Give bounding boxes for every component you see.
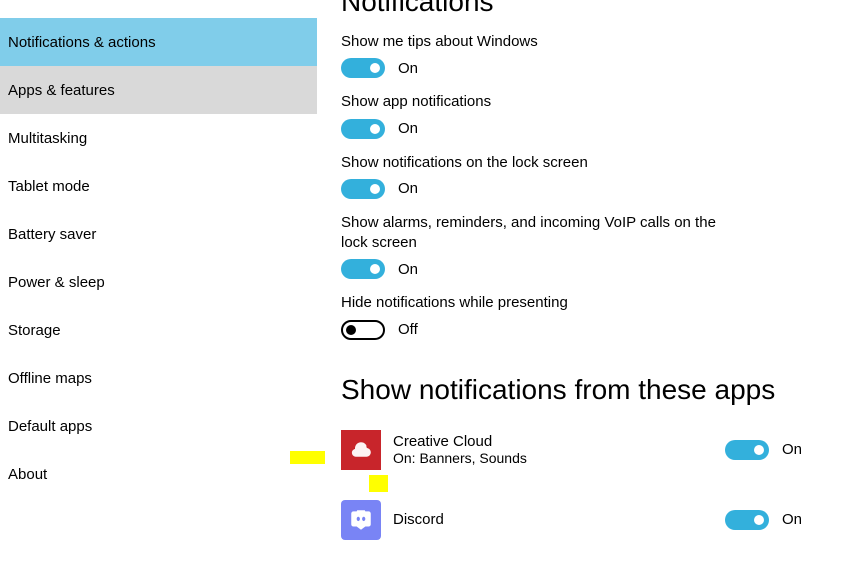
- sidebar-item-offline-maps[interactable]: Offline maps: [0, 354, 317, 402]
- app-name: Creative Cloud: [393, 433, 713, 450]
- sidebar-item-tablet-mode[interactable]: Tablet mode: [0, 162, 317, 210]
- toggle-knob: [754, 515, 764, 525]
- toggle-state-label: On: [782, 441, 802, 458]
- toggle-knob: [370, 184, 380, 194]
- toggle-state-label: On: [398, 60, 418, 77]
- toggle-knob: [370, 63, 380, 73]
- toggle-show-tips[interactable]: [341, 58, 385, 78]
- sidebar-item-label: Power & sleep: [8, 274, 105, 291]
- sidebar-item-label: Tablet mode: [8, 178, 90, 195]
- setting-lock-screen-notifications: Show notifications on the lock screen On: [341, 153, 822, 199]
- sidebar-item-label: Offline maps: [8, 370, 92, 387]
- toggle-app-creative-cloud[interactable]: [725, 440, 769, 460]
- highlight-artifact: [369, 475, 388, 492]
- setting-alarms-lock-screen: Show alarms, reminders, and incoming VoI…: [341, 213, 822, 280]
- toggle-knob: [754, 445, 764, 455]
- toggle-state-label: Off: [398, 321, 418, 338]
- setting-hide-while-presenting: Hide notifications while presenting Off: [341, 293, 822, 339]
- setting-label: Show app notifications: [341, 92, 741, 112]
- setting-show-tips: Show me tips about Windows On: [341, 32, 822, 78]
- sidebar-item-power-sleep[interactable]: Power & sleep: [0, 258, 317, 306]
- sidebar-item-label: Apps & features: [8, 82, 115, 99]
- highlight-artifact: [290, 451, 325, 464]
- toggle-hide-while-presenting[interactable]: [341, 320, 385, 340]
- sidebar-item-multitasking[interactable]: Multitasking: [0, 114, 317, 162]
- setting-show-app-notifications: Show app notifications On: [341, 92, 822, 138]
- app-row-creative-cloud[interactable]: Creative Cloud On: Banners, Sounds On: [341, 430, 822, 470]
- page-title: Notifications: [341, 0, 822, 18]
- toggle-alarms-lock-screen[interactable]: [341, 259, 385, 279]
- sidebar-item-notifications-actions[interactable]: Notifications & actions: [0, 18, 317, 66]
- setting-label: Show me tips about Windows: [341, 32, 741, 52]
- sidebar-item-default-apps[interactable]: Default apps: [0, 402, 317, 450]
- main-content: Notifications Show me tips about Windows…: [317, 0, 846, 578]
- sidebar-item-about[interactable]: About: [0, 450, 317, 498]
- sidebar-item-storage[interactable]: Storage: [0, 306, 317, 354]
- setting-label: Hide notifications while presenting: [341, 293, 741, 313]
- toggle-lock-screen-notifications[interactable]: [341, 179, 385, 199]
- toggle-knob: [370, 264, 380, 274]
- toggle-state-label: On: [398, 261, 418, 278]
- toggle-state-label: On: [398, 120, 418, 137]
- setting-label: Show alarms, reminders, and incoming VoI…: [341, 213, 741, 254]
- creative-cloud-icon: [341, 430, 381, 470]
- toggle-app-discord[interactable]: [725, 510, 769, 530]
- toggle-state-label: On: [782, 511, 802, 528]
- sidebar-item-apps-features[interactable]: Apps & features: [0, 66, 317, 114]
- toggle-knob: [370, 124, 380, 134]
- sidebar-item-label: Multitasking: [8, 130, 87, 147]
- sidebar-item-label: Storage: [8, 322, 61, 339]
- toggle-show-app-notifications[interactable]: [341, 119, 385, 139]
- sidebar-item-label: About: [8, 466, 47, 483]
- sidebar-item-battery-saver[interactable]: Battery saver: [0, 210, 317, 258]
- sidebar-item-label: Notifications & actions: [8, 34, 156, 51]
- section-title-apps: Show notifications from these apps: [341, 374, 822, 406]
- sidebar-item-label: Default apps: [8, 418, 92, 435]
- app-name: Discord: [393, 511, 713, 528]
- discord-icon: [341, 500, 381, 540]
- app-sub: On: Banners, Sounds: [393, 450, 713, 466]
- toggle-knob: [346, 325, 356, 335]
- sidebar-item-label: Battery saver: [8, 226, 96, 243]
- app-row-discord[interactable]: Discord On: [341, 500, 822, 540]
- toggle-state-label: On: [398, 180, 418, 197]
- settings-sidebar: Notifications & actions Apps & features …: [0, 0, 317, 578]
- setting-label: Show notifications on the lock screen: [341, 153, 741, 173]
